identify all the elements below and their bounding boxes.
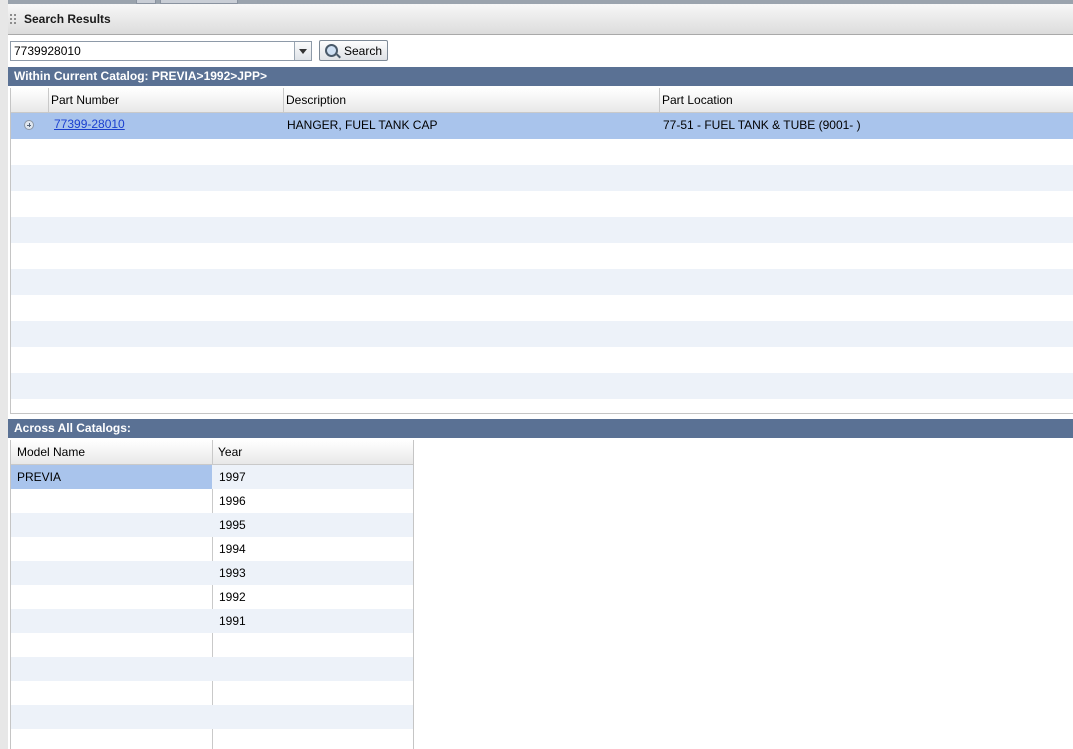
table-row[interactable]: 1996 xyxy=(11,489,413,513)
model-name[interactable]: PREVIA xyxy=(17,470,61,484)
window-titlebar[interactable]: Search Results xyxy=(8,4,1073,35)
year-cell[interactable]: 1992 xyxy=(219,590,246,604)
empty-row xyxy=(11,321,1073,347)
year-cell[interactable]: 1994 xyxy=(219,542,246,556)
search-button[interactable]: Search xyxy=(319,40,388,61)
search-results-window: Search Results 7739928010 Search Within … xyxy=(8,4,1073,749)
year-cell[interactable]: 1991 xyxy=(219,614,246,628)
column-header-description[interactable]: Description xyxy=(283,88,660,112)
all-catalogs-grid: Model Name Year PREVIA 1997 1996 1995 19… xyxy=(10,440,414,749)
chevron-down-icon xyxy=(299,49,307,54)
table-row[interactable]: 1992 xyxy=(11,585,413,609)
empty-row xyxy=(11,633,413,657)
year-cell[interactable]: 1995 xyxy=(219,518,246,532)
expander-column-header xyxy=(11,88,49,112)
empty-row xyxy=(11,295,1073,321)
expand-row-icon[interactable] xyxy=(24,120,34,130)
table-row[interactable]: 77399-28010 HANGER, FUEL TANK CAP 77-51 … xyxy=(11,113,1073,139)
search-button-label: Search xyxy=(344,44,383,58)
all-catalogs-header: Across All Catalogs: xyxy=(8,419,1073,438)
year-cell[interactable]: 1997 xyxy=(219,470,246,484)
table-row[interactable]: 1994 xyxy=(11,537,413,561)
search-combobox[interactable]: 7739928010 xyxy=(10,41,312,61)
part-description: HANGER, FUEL TANK CAP xyxy=(287,118,438,132)
current-catalog-header: Within Current Catalog: PREVIA>1992>JPP> xyxy=(8,67,1073,86)
empty-row xyxy=(11,347,1073,373)
year-cell[interactable]: 1993 xyxy=(219,566,246,580)
empty-row xyxy=(11,165,1073,191)
column-header-part-location[interactable]: Part Location xyxy=(659,88,1073,112)
empty-row xyxy=(11,657,413,681)
empty-row xyxy=(11,243,1073,269)
part-number-link[interactable]: 77399-28010 xyxy=(54,117,125,131)
grid-header: Part Number Description Part Location xyxy=(11,88,1073,113)
drag-grip-icon[interactable] xyxy=(10,14,16,26)
year-cell[interactable]: 1996 xyxy=(219,494,246,508)
empty-row xyxy=(11,705,413,729)
empty-row xyxy=(11,191,1073,217)
table-row[interactable]: PREVIA 1997 xyxy=(11,465,413,489)
empty-row xyxy=(11,373,1073,399)
part-location: 77-51 - FUEL TANK & TUBE (9001- ) xyxy=(663,118,861,132)
search-icon xyxy=(325,44,338,57)
empty-row xyxy=(11,681,413,705)
current-catalog-grid: Part Number Description Part Location 77… xyxy=(10,88,1073,414)
table-row[interactable]: 1995 xyxy=(11,513,413,537)
table-row[interactable]: 1993 xyxy=(11,561,413,585)
empty-row xyxy=(11,729,413,749)
dropdown-arrow-button[interactable] xyxy=(294,42,311,60)
empty-row xyxy=(11,217,1073,243)
grid-header: Model Name Year xyxy=(11,440,413,465)
empty-row xyxy=(11,139,1073,165)
column-header-part-number[interactable]: Part Number xyxy=(48,88,284,112)
column-header-year[interactable]: Year xyxy=(212,440,413,464)
background-window-edge xyxy=(0,0,8,749)
table-row[interactable]: 1991 xyxy=(11,609,413,633)
search-input[interactable]: 7739928010 xyxy=(14,44,81,58)
empty-row xyxy=(11,269,1073,295)
window-title: Search Results xyxy=(24,12,111,26)
column-header-model-name[interactable]: Model Name xyxy=(11,440,213,464)
